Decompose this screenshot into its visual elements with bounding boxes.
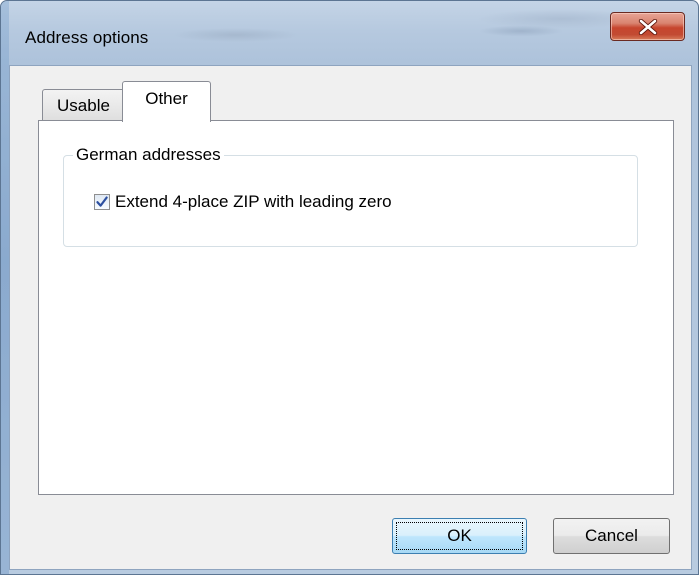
window-title: Address options: [25, 28, 149, 47]
dialog-client-area: Usable Other German addresses Extend 4-p…: [9, 65, 692, 570]
window-frame-edge: [1, 1, 9, 574]
ok-button-label: OK: [447, 526, 472, 545]
ok-button[interactable]: OK: [392, 518, 527, 554]
dialog-window: Address options Usable Other German addr…: [0, 0, 699, 575]
tab-usable[interactable]: Usable: [42, 89, 125, 121]
tab-panel-other: German addresses Extend 4-place ZIP with…: [38, 120, 674, 495]
close-icon: [638, 19, 658, 35]
tab-other-label: Other: [145, 89, 188, 108]
cancel-button[interactable]: Cancel: [553, 518, 670, 554]
cancel-button-label: Cancel: [585, 526, 638, 545]
group-legend: German addresses: [73, 145, 224, 165]
extend-zip-label[interactable]: Extend 4-place ZIP with leading zero: [115, 192, 392, 212]
german-addresses-group: German addresses Extend 4-place ZIP with…: [63, 145, 638, 247]
check-mark-icon: [96, 196, 108, 207]
extend-zip-checkbox[interactable]: [94, 194, 110, 210]
tab-usable-label: Usable: [57, 96, 110, 115]
tab-other[interactable]: Other: [122, 81, 211, 122]
close-button[interactable]: [610, 12, 685, 41]
